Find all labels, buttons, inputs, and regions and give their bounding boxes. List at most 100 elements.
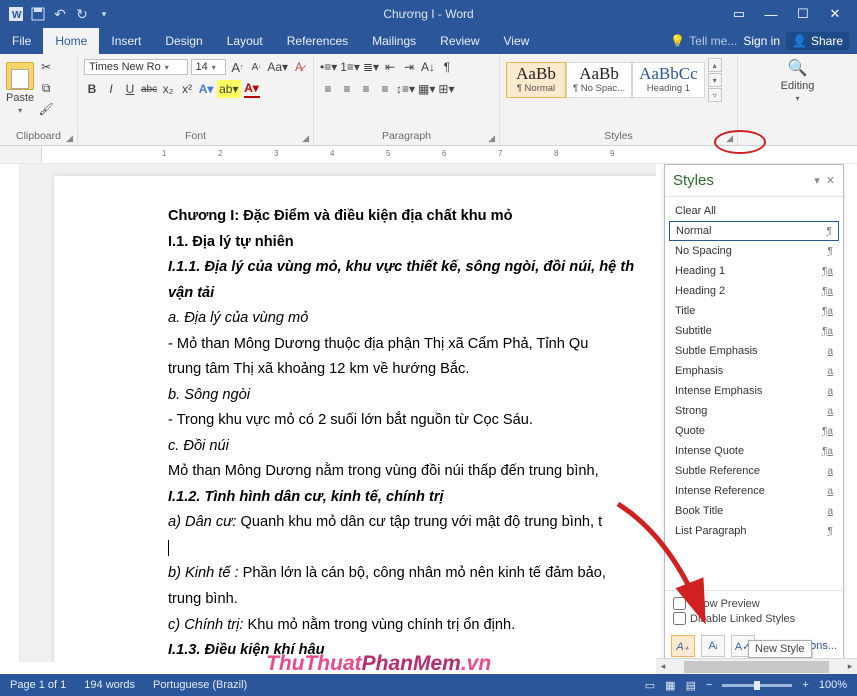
doc-line[interactable]: I.1.2. Tình hình dân cư, kinh tế, chính …: [168, 485, 656, 511]
paste-button[interactable]: Paste ▾: [6, 62, 34, 115]
zoom-out-button[interactable]: −: [706, 679, 712, 691]
sort-icon[interactable]: A↓: [420, 58, 436, 76]
style-item[interactable]: Title¶a: [669, 301, 839, 321]
style-item[interactable]: Heading 2¶a: [669, 281, 839, 301]
justify-icon[interactable]: ≡: [377, 80, 393, 98]
document-viewport[interactable]: Chương I: Đặc Điểm và điều kiện địa chất…: [20, 164, 656, 662]
align-left-icon[interactable]: ≡: [320, 80, 336, 98]
styles-dialog-launcher-icon[interactable]: ◢: [726, 131, 733, 145]
shrink-font-icon[interactable]: A↓: [248, 58, 264, 76]
grow-font-icon[interactable]: A↑: [229, 58, 245, 76]
styles-scroll-up-icon[interactable]: ▴: [708, 58, 722, 72]
doc-line[interactable]: c. Đồi núi: [168, 434, 656, 460]
copy-icon[interactable]: ⧉: [38, 79, 54, 97]
horizontal-scrollbar[interactable]: ◂ ▸: [656, 658, 857, 674]
tab-home[interactable]: Home: [43, 28, 99, 54]
style-item[interactable]: Intense Quote¶a: [669, 441, 839, 461]
editing-dropdown[interactable]: 🔍 Editing ▾: [744, 58, 851, 103]
dialog-launcher-icon[interactable]: ◢: [488, 131, 495, 145]
style-item[interactable]: Quote¶a: [669, 421, 839, 441]
text-effects-icon[interactable]: A▾: [198, 80, 214, 98]
clear-formatting-icon[interactable]: A̷: [291, 58, 307, 76]
shading-icon[interactable]: ▦▾: [418, 80, 435, 98]
subscript-button[interactable]: x₂: [160, 80, 176, 98]
cut-icon[interactable]: ✂: [38, 58, 54, 76]
style-clear-all[interactable]: Clear All: [669, 201, 839, 221]
zoom-level[interactable]: 100%: [819, 679, 847, 691]
increase-indent-icon[interactable]: ⇥: [401, 58, 417, 76]
align-right-icon[interactable]: ≡: [358, 80, 374, 98]
ruler-vertical[interactable]: [0, 164, 20, 662]
doc-line[interactable]: I.1. Địa lý tự nhiên: [168, 230, 656, 256]
doc-line[interactable]: - Mỏ than Mông Dương thuộc địa phận Thị …: [168, 332, 656, 358]
tab-insert[interactable]: Insert: [99, 28, 153, 54]
maximize-button[interactable]: ☐: [793, 4, 813, 24]
share-button[interactable]: 👤Share: [786, 32, 849, 50]
zoom-slider[interactable]: [722, 684, 792, 687]
scroll-thumb[interactable]: [684, 661, 829, 673]
format-painter-icon[interactable]: 🖌: [38, 100, 54, 118]
style-item[interactable]: No Spacing¶: [669, 241, 839, 261]
print-layout-icon[interactable]: ▦: [665, 679, 675, 692]
doc-line[interactable]: vận tải: [168, 281, 656, 307]
bold-button[interactable]: B: [84, 80, 100, 98]
save-icon[interactable]: [30, 6, 46, 22]
status-page[interactable]: Page 1 of 1: [10, 679, 66, 691]
new-style-button[interactable]: A₊: [671, 635, 695, 657]
style-item[interactable]: Intense Emphasisa: [669, 381, 839, 401]
pane-close-icon[interactable]: ✕: [826, 174, 835, 187]
superscript-button[interactable]: x²: [179, 80, 195, 98]
style-normal[interactable]: AaBb ¶ Normal: [506, 62, 566, 97]
show-preview-checkbox[interactable]: Show Preview: [673, 597, 835, 610]
multilevel-list-icon[interactable]: ≣▾: [363, 58, 379, 76]
web-layout-icon[interactable]: ▤: [686, 679, 696, 692]
tell-me[interactable]: 💡Tell me...: [670, 34, 737, 48]
undo-icon[interactable]: ↶: [52, 6, 68, 22]
tab-design[interactable]: Design: [153, 28, 214, 54]
style-inspector-button[interactable]: Aᵢ: [701, 635, 725, 657]
tab-view[interactable]: View: [492, 28, 542, 54]
doc-line[interactable]: I.1.1. Địa lý của vùng mỏ, khu vực thiết…: [168, 255, 656, 281]
minimize-button[interactable]: —: [761, 4, 781, 24]
tab-layout[interactable]: Layout: [215, 28, 275, 54]
borders-icon[interactable]: ⊞▾: [438, 80, 454, 98]
italic-button[interactable]: I: [103, 80, 119, 98]
scroll-right-icon[interactable]: ▸: [843, 661, 857, 672]
dialog-launcher-icon[interactable]: ◢: [66, 131, 73, 145]
status-word-count[interactable]: 194 words: [84, 679, 135, 691]
tab-file[interactable]: File: [0, 28, 43, 54]
underline-button[interactable]: U: [122, 80, 138, 98]
doc-line[interactable]: c) Chính trị: Khu mỏ nằm trong vùng chín…: [168, 613, 656, 639]
line-spacing-icon[interactable]: ↕≡▾: [396, 80, 415, 98]
status-language[interactable]: Portuguese (Brazil): [153, 679, 247, 691]
styles-gallery-expand-icon[interactable]: ▿: [708, 88, 722, 102]
read-mode-icon[interactable]: ▭: [645, 679, 655, 692]
style-item[interactable]: Stronga: [669, 401, 839, 421]
close-button[interactable]: ✕: [825, 4, 845, 24]
font-family-combo[interactable]: Times New Ro▾: [84, 59, 188, 75]
font-color-icon[interactable]: A▾: [244, 80, 260, 98]
tab-review[interactable]: Review: [428, 28, 491, 54]
change-case-icon[interactable]: Aa▾: [267, 58, 288, 76]
doc-line[interactable]: a) Dân cư: Quanh khu mỏ dân cư tập trung…: [168, 510, 656, 536]
style-item[interactable]: Intense Referencea: [669, 481, 839, 501]
redo-icon[interactable]: ↻: [74, 6, 90, 22]
bullets-icon[interactable]: •≡▾: [320, 58, 337, 76]
strikethrough-button[interactable]: abc: [141, 80, 157, 98]
ruler-horizontal[interactable]: 123456789: [0, 146, 857, 164]
style-item[interactable]: Subtitle¶a: [669, 321, 839, 341]
dialog-launcher-icon[interactable]: ◢: [302, 131, 309, 145]
qat-customize-icon[interactable]: ▾: [96, 6, 112, 22]
align-center-icon[interactable]: ≡: [339, 80, 355, 98]
style-item[interactable]: Subtle Referencea: [669, 461, 839, 481]
doc-line[interactable]: b) Kinh tế : Phần lớn là cán bộ, công nh…: [168, 561, 656, 587]
scroll-left-icon[interactable]: ◂: [656, 661, 670, 672]
styles-scroll-down-icon[interactable]: ▾: [708, 73, 722, 87]
sign-in-link[interactable]: Sign in: [743, 34, 780, 48]
highlight-icon[interactable]: ab▾: [217, 80, 240, 98]
ribbon-display-options-icon[interactable]: ▭: [729, 4, 749, 24]
style-item[interactable]: Normal¶: [669, 221, 839, 241]
tab-mailings[interactable]: Mailings: [360, 28, 428, 54]
doc-line[interactable]: Mỏ than Mông Dương nằm trong vùng đồi nú…: [168, 459, 656, 485]
pane-dropdown-icon[interactable]: ▾: [814, 174, 820, 187]
